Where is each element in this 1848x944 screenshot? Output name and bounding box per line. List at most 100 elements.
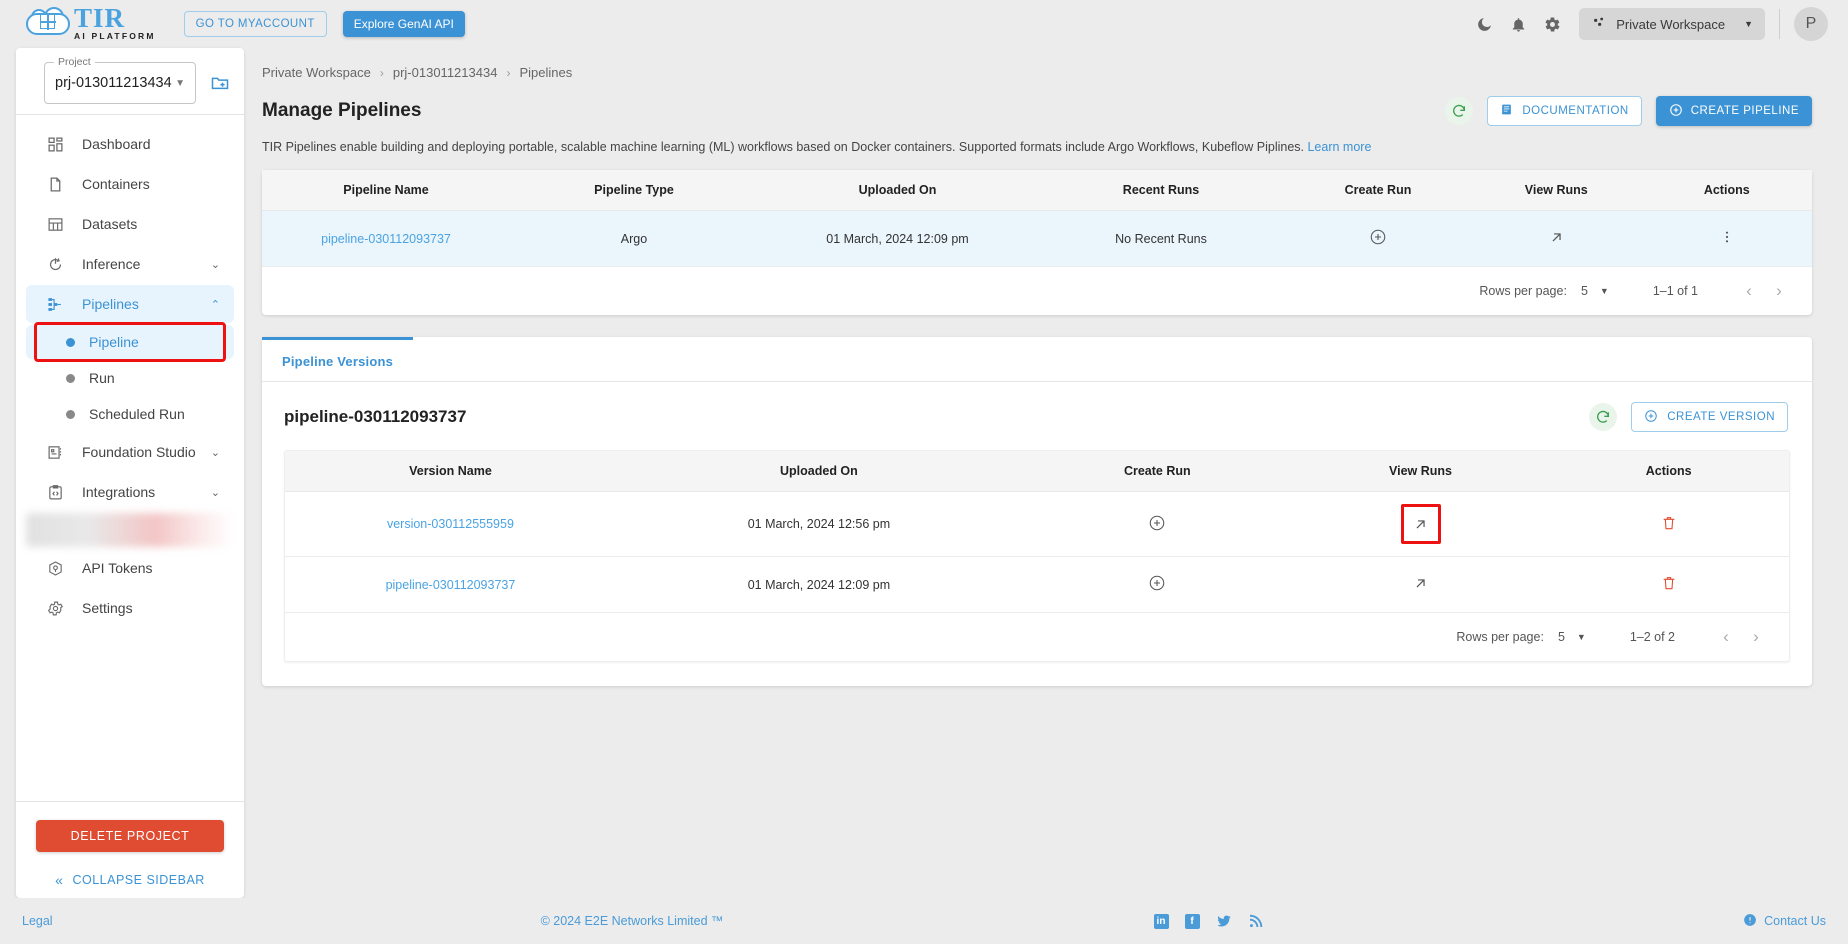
- col-version-name: Version Name: [285, 451, 616, 492]
- sidebar: Project prj-013011213434 ▼ Dashboard Con…: [16, 48, 244, 898]
- sidebar-item-containers[interactable]: Containers: [26, 165, 234, 203]
- version-name-link[interactable]: version-030112555959: [387, 517, 514, 531]
- rows-per-page-label: Rows per page:: [1479, 284, 1567, 298]
- workspace-icon: [1591, 15, 1607, 34]
- go-to-myaccount-button[interactable]: GO TO MYACCOUNT: [183, 11, 327, 37]
- collapse-sidebar-button[interactable]: « COLLAPSE SIDEBAR: [16, 872, 244, 888]
- app-root: TIR AI PLATFORM GO TO MYACCOUNT Explore …: [0, 0, 1848, 944]
- page-header-actions: DOCUMENTATION CREATE PIPELINE: [1445, 96, 1812, 126]
- sidebar-item-pipelines[interactable]: Pipelines ⌃: [26, 285, 234, 323]
- sidebar-subitem-scheduled-run[interactable]: Scheduled Run: [26, 397, 234, 431]
- logo-main-text: TIR: [74, 3, 126, 33]
- cell-uploaded-on: 01 March, 2024 12:09 pm: [758, 210, 1037, 267]
- refresh-icon[interactable]: [1445, 97, 1474, 125]
- sidebar-item-api-tokens[interactable]: API Tokens: [26, 549, 234, 587]
- sidebar-subitem-pipeline[interactable]: Pipeline: [26, 322, 234, 362]
- cell-view-runs: [1471, 210, 1642, 267]
- delete-project-button[interactable]: DELETE PROJECT: [36, 820, 224, 852]
- chevron-down-icon: ▼: [175, 77, 185, 89]
- version-name-link[interactable]: pipeline-030112093737: [386, 578, 516, 592]
- cell-actions: [1548, 491, 1789, 557]
- breadcrumb-item-workspace[interactable]: Private Workspace: [262, 65, 371, 80]
- sidebar-item-foundation-studio[interactable]: Foundation Studio ⌄: [26, 433, 234, 471]
- table-row[interactable]: version-030112555959 01 March, 2024 12:5…: [285, 491, 1789, 557]
- arrow-up-right-icon[interactable]: [1412, 516, 1429, 533]
- sidebar-subitem-label: Pipeline: [89, 334, 139, 350]
- new-project-folder-icon[interactable]: [210, 73, 230, 93]
- project-selector-area: Project prj-013011213434 ▼: [16, 48, 244, 114]
- breadcrumb-item-project[interactable]: prj-013011213434: [393, 65, 498, 80]
- create-pipeline-button[interactable]: CREATE PIPELINE: [1655, 96, 1812, 126]
- col-actions: Actions: [1641, 170, 1812, 211]
- settings-gear-icon[interactable]: [1535, 7, 1569, 41]
- dark-mode-icon[interactable]: [1467, 7, 1501, 41]
- plus-circle-icon[interactable]: [1369, 228, 1387, 246]
- versions-header: pipeline-030112093737 CREATE VERSION: [262, 382, 1812, 440]
- project-select[interactable]: Project prj-013011213434 ▼: [44, 56, 196, 104]
- arrow-up-right-icon[interactable]: [1548, 229, 1565, 246]
- topbar-right-group: Private Workspace ▼ P: [1467, 7, 1828, 41]
- contact-us-link[interactable]: Contact Us: [1743, 913, 1826, 930]
- col-uploaded-on: Uploaded On: [615, 451, 1022, 492]
- notifications-icon[interactable]: [1501, 7, 1535, 41]
- versions-table-card: Version Name Uploaded On Create Run View…: [284, 450, 1790, 662]
- col-recent-runs: Recent Runs: [1037, 170, 1285, 211]
- chevron-right-icon[interactable]: ›: [1764, 281, 1794, 301]
- col-view-runs: View Runs: [1292, 451, 1549, 492]
- tab-pipeline-versions[interactable]: Pipeline Versions: [262, 337, 414, 381]
- sidebar-item-dashboard[interactable]: Dashboard: [26, 125, 234, 163]
- arrow-up-right-icon[interactable]: [1412, 575, 1429, 592]
- rss-icon[interactable]: [1248, 914, 1263, 929]
- chevron-left-icon[interactable]: ‹: [1711, 627, 1741, 647]
- cell-actions: [1548, 556, 1789, 613]
- sidebar-item-inference[interactable]: Inference ⌄: [26, 245, 234, 283]
- table-row[interactable]: pipeline-030112093737 01 March, 2024 12:…: [285, 556, 1789, 613]
- trash-icon[interactable]: [1661, 575, 1677, 591]
- sidebar-subitem-label: Scheduled Run: [89, 406, 185, 422]
- view-runs-highlight: [1400, 504, 1441, 544]
- cell-create-run: [1021, 491, 1293, 557]
- create-version-button[interactable]: CREATE VERSION: [1631, 402, 1788, 432]
- sidebar-subitem-label: Run: [89, 370, 115, 386]
- table-row[interactable]: pipeline-030112093737 Argo 01 March, 202…: [262, 210, 1812, 267]
- sidebar-item-label: Dashboard: [82, 136, 151, 152]
- explore-genai-api-button[interactable]: Explore GenAI API: [342, 11, 465, 37]
- plus-circle-icon[interactable]: [1148, 574, 1166, 592]
- rows-per-page-value: 5: [1580, 284, 1588, 298]
- sidebar-item-settings[interactable]: Settings: [26, 589, 234, 627]
- col-pipeline-type: Pipeline Type: [510, 170, 758, 211]
- rows-per-page-select[interactable]: 5 ▼: [1558, 630, 1586, 644]
- sidebar-item-label: Foundation Studio: [82, 444, 196, 460]
- breadcrumb-item-pipelines[interactable]: Pipelines: [519, 65, 572, 80]
- sidebar-item-label: Containers: [82, 176, 150, 192]
- facebook-icon[interactable]: f: [1184, 913, 1200, 929]
- sidebar-subitem-run[interactable]: Run: [26, 361, 234, 395]
- project-select-value: prj-013011213434: [55, 75, 172, 91]
- twitter-icon[interactable]: [1216, 913, 1232, 929]
- linkedin-icon[interactable]: in: [1153, 913, 1169, 929]
- refresh-icon[interactable]: [1589, 403, 1618, 431]
- legal-link[interactable]: Legal: [22, 914, 53, 928]
- pipelines-table-card: Pipeline Name Pipeline Type Uploaded On …: [262, 170, 1812, 315]
- trash-icon[interactable]: [1661, 515, 1677, 531]
- workspace-label: Private Workspace: [1616, 16, 1726, 32]
- chevron-right-icon[interactable]: ›: [1741, 627, 1771, 647]
- plus-circle-icon: [1669, 103, 1683, 120]
- sidebar-item-integrations[interactable]: Integrations ⌄: [26, 473, 234, 511]
- cell-version-name: pipeline-030112093737: [285, 556, 616, 613]
- cell-view-runs: [1292, 556, 1549, 613]
- tir-logo[interactable]: TIR AI PLATFORM: [26, 3, 156, 41]
- chevron-left-icon[interactable]: ‹: [1734, 281, 1764, 301]
- plus-circle-icon[interactable]: [1148, 514, 1166, 532]
- sidebar-item-datasets[interactable]: Datasets: [26, 205, 234, 243]
- more-vertical-icon[interactable]: [1719, 229, 1735, 245]
- table-header-row: Version Name Uploaded On Create Run View…: [285, 451, 1789, 492]
- chevron-down-icon: ▼: [1599, 286, 1609, 296]
- avatar[interactable]: P: [1794, 7, 1828, 41]
- rows-per-page-select[interactable]: 5 ▼: [1581, 284, 1609, 298]
- documentation-button[interactable]: DOCUMENTATION: [1487, 96, 1642, 126]
- workspace-selector[interactable]: Private Workspace ▼: [1579, 8, 1765, 40]
- pipeline-name-link[interactable]: pipeline-030112093737: [321, 232, 451, 246]
- containers-icon: [44, 176, 66, 193]
- learn-more-link[interactable]: Learn more: [1307, 140, 1371, 154]
